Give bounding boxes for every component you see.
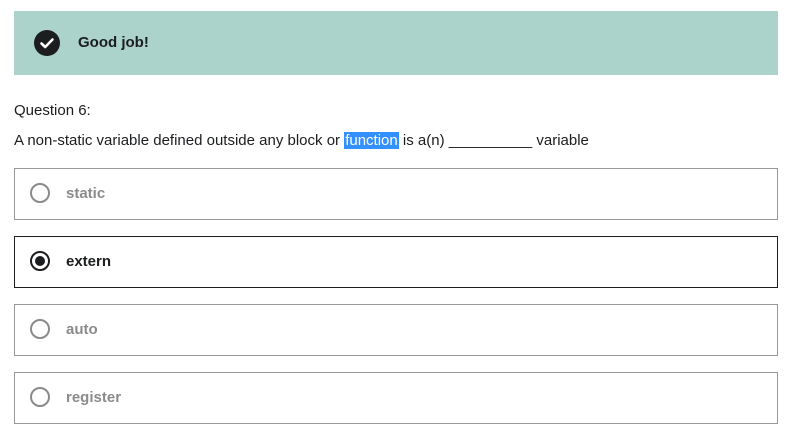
quiz-page: Good job! Question 6: A non-static varia…: [0, 0, 786, 432]
question-number: Question 6:: [14, 102, 91, 119]
question-text-highlighted: function: [344, 132, 399, 149]
question-text-before: A non-static variable defined outside an…: [14, 132, 345, 149]
answer-option-label: extern: [66, 253, 112, 270]
result-banner: Good job!: [14, 11, 778, 75]
radio-unchecked-icon[interactable]: [30, 183, 50, 203]
result-message: Good job!: [78, 34, 149, 51]
answer-option-static[interactable]: static: [14, 168, 778, 220]
answer-option-label: register: [66, 389, 122, 406]
question-text: A non-static variable defined outside an…: [14, 131, 589, 151]
answer-option-label: static: [66, 185, 106, 202]
check-circle-icon: [34, 30, 60, 56]
radio-unchecked-icon[interactable]: [30, 387, 50, 407]
radio-checked-icon[interactable]: [30, 251, 50, 271]
answer-option-auto[interactable]: auto: [14, 304, 778, 356]
question-text-after: is a(n) __________ variable: [398, 132, 589, 149]
answer-option-extern[interactable]: extern: [14, 236, 778, 288]
radio-unchecked-icon[interactable]: [30, 319, 50, 339]
answer-option-register[interactable]: register: [14, 372, 778, 424]
answer-option-label: auto: [66, 321, 98, 338]
